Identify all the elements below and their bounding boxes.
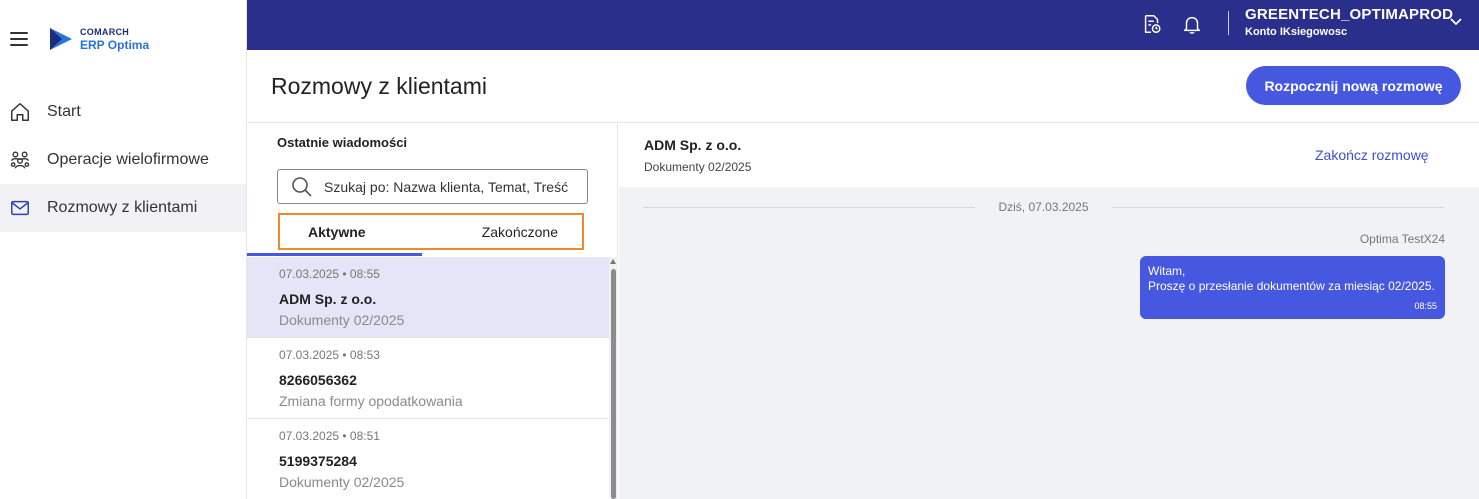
sidebar-header: COMARCH ERP Optima [0,0,246,78]
comarch-logo-icon [50,28,72,50]
bell-icon[interactable] [1179,11,1205,37]
account-subtitle: Konto IKsiegowosc [1245,26,1348,38]
sidebar-item-operations[interactable]: Operacje wielofirmowe [0,136,246,184]
conversation-date: 07.03.2025 • 08:51 [279,429,380,443]
sidebar-item-conversations[interactable]: Rozmowy z klientami [0,184,246,232]
sidebar-item-label: Operacje wielofirmowe [47,151,209,168]
home-icon [8,100,32,124]
scroll-up-arrow-icon[interactable] [610,259,616,264]
envelope-icon [8,196,32,220]
date-separator: Dziś, 07.03.2025 [998,200,1089,214]
tab-active[interactable]: Aktywne [280,215,433,248]
message-text-line: Proszę o przesłanie dokumentów za miesią… [1148,279,1435,293]
conversation-client: 8266056362 [279,372,357,388]
message-text-line: Witam, [1148,264,1186,278]
logo-product: ERP Optima [80,37,150,52]
search-icon [292,176,312,197]
conversation-topic: Dokumenty 02/2025 [279,474,405,490]
status-tabs: Aktywne Zakończone [278,213,584,250]
active-tab-indicator [247,253,422,256]
list-item[interactable]: 07.03.2025 • 08:51 5199375284 Dokumenty … [247,419,609,499]
list-scrollbar[interactable] [609,257,618,499]
chat-topic: Dokumenty 02/2025 [644,160,752,174]
document-clock-icon[interactable] [1139,11,1165,37]
sidebar-item-label: Rozmowy z klientami [47,199,198,216]
sidebar-item-start[interactable]: Start [0,88,246,136]
conversation-date: 07.03.2025 • 08:53 [279,348,380,362]
tab-ended[interactable]: Zakończone [433,215,582,248]
app-root: COMARCH ERP Optima Start Operacje wielof… [0,0,1479,499]
chevron-down-icon[interactable] [1450,17,1462,27]
sidebar-item-label: Start [47,103,81,120]
new-conversation-button[interactable]: Rozpocznij nową rozmowę [1246,66,1461,105]
conversation-topic: Zmiana formy opodatkowania [279,393,463,409]
top-bar: GREENTECH_OPTIMAPROD Konto IKsiegowosc [247,0,1479,50]
date-separator-line [643,207,975,208]
message-bubble: Witam, Proszę o przesłanie dokumentów za… [1140,256,1445,319]
account-menu[interactable]: GREENTECH_OPTIMAPROD Konto IKsiegowosc [1245,6,1453,38]
chat-client-name: ADM Sp. z o.o. [644,137,742,153]
page-title: Rozmowy z klientami [271,73,487,99]
message-time: 08:55 [1414,301,1437,311]
conversation-list-panel: Ostatnie wiadomości Aktywne Zakończone 0… [247,123,618,499]
hamburger-menu-icon[interactable] [10,32,28,46]
users-group-icon [8,148,32,172]
list-item[interactable]: 07.03.2025 • 08:55 ADM Sp. z o.o. Dokume… [247,257,609,338]
chat-messages-area: Dziś, 07.03.2025 Optima TestX24 Witam, P… [619,187,1479,499]
sidebar: COMARCH ERP Optima Start Operacje wielof… [0,0,247,499]
topbar-divider [1228,11,1229,35]
conversation-topic: Dokumenty 02/2025 [279,312,405,328]
list-item[interactable]: 07.03.2025 • 08:53 8266056362 Zmiana for… [247,338,609,419]
message-sender: Optima TestX24 [1359,232,1445,246]
conversation-date: 07.03.2025 • 08:55 [279,267,380,281]
chat-header: ADM Sp. z o.o. Dokumenty 02/2025 Zakończ… [619,123,1479,187]
end-conversation-link[interactable]: Zakończ rozmowę [1315,147,1429,163]
scrollbar-thumb[interactable] [611,269,616,499]
account-name: GREENTECH_OPTIMAPROD [1245,6,1454,23]
date-separator-line [1112,207,1444,208]
conversation-list: 07.03.2025 • 08:55 ADM Sp. z o.o. Dokume… [247,257,609,499]
recent-messages-label: Ostatnie wiadomości [277,135,408,150]
conversation-client: ADM Sp. z o.o. [279,291,377,307]
logo[interactable]: COMARCH ERP Optima [48,26,149,52]
search-box[interactable] [277,169,588,204]
conversation-client: 5199375284 [279,453,357,469]
logo-brand: COMARCH [80,26,130,37]
search-input[interactable] [324,178,574,195]
